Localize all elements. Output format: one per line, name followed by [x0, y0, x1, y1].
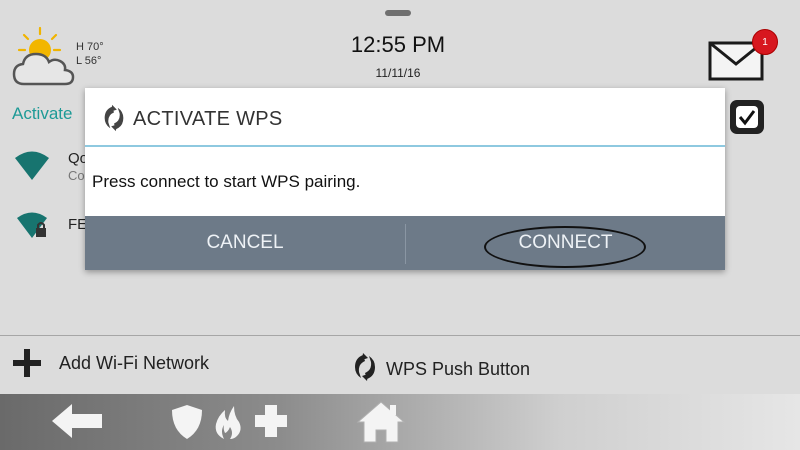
dialog-title-divider: [85, 145, 725, 147]
cancel-button[interactable]: CANCEL: [85, 216, 405, 270]
activate-wps-dialog: ACTIVATE WPS Press connect to start WPS …: [85, 88, 725, 270]
connect-button[interactable]: CONNECT: [406, 216, 725, 270]
wps-icon: [104, 104, 124, 132]
dialog-button-bar: CANCEL CONNECT: [85, 216, 725, 270]
home-screen: H 70° L 56° 12:55 PM 11/11/16 1 Activate…: [0, 0, 800, 450]
dialog-message: Press connect to start WPS pairing.: [92, 172, 361, 191]
dialog-title: ACTIVATE WPS: [133, 108, 283, 130]
dialog-header: ACTIVATE WPS: [85, 88, 725, 146]
